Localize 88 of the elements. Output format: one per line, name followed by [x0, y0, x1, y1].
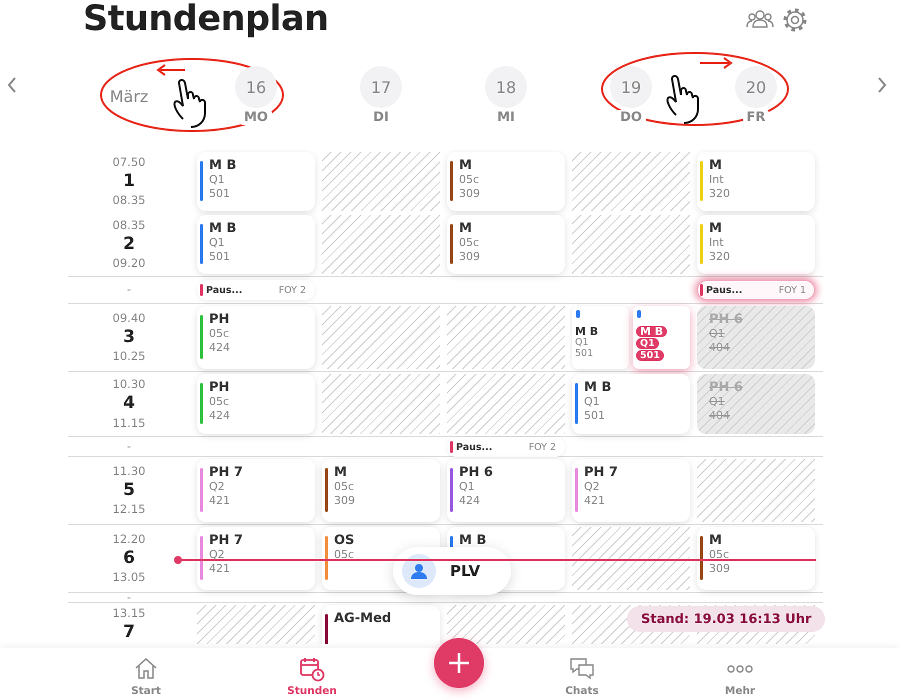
- room-label: 320: [709, 187, 730, 201]
- break-label: -: [127, 442, 131, 452]
- room-label: 404: [709, 409, 731, 423]
- end-time: 09.20: [112, 257, 146, 270]
- status-badge: Stand: 19.03 16:13 Uhr: [627, 606, 826, 632]
- room-label: 501: [636, 350, 664, 361]
- start-time: 07.50: [112, 156, 146, 169]
- start-time: 12.20: [112, 532, 146, 546]
- room-label: 309: [459, 250, 480, 264]
- subject-label: PH 6: [459, 466, 493, 480]
- class-label: Q1: [209, 236, 226, 250]
- room-label: 421: [209, 562, 231, 576]
- room-label: 421: [584, 494, 606, 508]
- period-number: 6: [123, 548, 135, 568]
- period-number: 7: [123, 623, 135, 643]
- subject-label: PH 7: [209, 534, 243, 548]
- subject-label: M: [709, 159, 723, 173]
- subject-label: M: [459, 222, 473, 236]
- page-title: Stundenplan: [83, 0, 329, 39]
- subject-label: M: [334, 466, 348, 480]
- subject-label: M: [709, 222, 723, 236]
- subject-label: PH 6: [709, 381, 743, 395]
- break-label: -: [127, 285, 131, 295]
- start-time: 11.30: [112, 464, 146, 478]
- room-label: 424: [459, 494, 481, 508]
- subject-label: PH: [209, 381, 230, 395]
- subject-label: M B: [209, 159, 236, 173]
- subject-label: M B: [209, 222, 236, 236]
- class-label: Q1: [636, 338, 659, 349]
- class-label: Q1: [584, 395, 601, 409]
- start-time: 10.30: [112, 378, 146, 392]
- subject-label: PH 7: [209, 466, 243, 480]
- class-label: Q1: [459, 480, 476, 494]
- class-label: Q2: [209, 548, 226, 562]
- period-number: 4: [123, 394, 135, 414]
- subject-label: PH 6: [709, 313, 743, 327]
- room-label: 421: [209, 494, 231, 508]
- class-label: Q1: [575, 337, 589, 348]
- room-label: 501: [584, 409, 606, 423]
- room-label: 501: [209, 187, 231, 201]
- class-label: 05c: [459, 173, 480, 187]
- subject-label: M B: [636, 326, 668, 337]
- class-label: 05c: [209, 395, 230, 409]
- class-label: Q2: [209, 480, 226, 494]
- start-time: 13.15: [112, 607, 146, 620]
- subject-label: PH: [209, 313, 230, 327]
- class-label: 05c: [209, 327, 230, 341]
- class-label: 05c: [459, 236, 480, 250]
- period-number: 5: [123, 480, 135, 500]
- end-time: 12.15: [112, 503, 146, 516]
- class-label: Q1: [709, 327, 726, 341]
- period-number: 1: [123, 172, 135, 192]
- end-time: 10.25: [112, 350, 146, 364]
- class-label: Int: [709, 236, 725, 250]
- room-label: 309: [709, 562, 730, 576]
- subject-label: OS: [334, 534, 354, 548]
- end-time: 08.35: [112, 194, 146, 208]
- weekday-label: MO: [240, 110, 272, 125]
- subject-label: M B: [575, 326, 598, 337]
- room-label: 320: [709, 250, 730, 264]
- subject-label: M B: [459, 534, 486, 548]
- class-label: 05c: [709, 548, 730, 562]
- end-time: 13.05: [112, 571, 146, 584]
- class-label: Q1: [209, 173, 226, 187]
- room-label: 404: [709, 341, 731, 355]
- break-label: -: [127, 593, 131, 603]
- class-label: Q2: [584, 480, 601, 494]
- subject-label: M B: [584, 381, 612, 395]
- room-label: 309: [459, 187, 480, 201]
- subject-label: PH 7: [584, 466, 618, 480]
- room-label: 424: [209, 409, 230, 423]
- subject-label: M: [459, 159, 473, 173]
- end-time: 11.15: [112, 416, 146, 430]
- class-label: Int: [709, 173, 725, 187]
- month-label: März: [110, 87, 148, 106]
- room-label: 501: [209, 250, 231, 264]
- start-time: 09.40: [112, 312, 146, 325]
- room-label: 424: [209, 341, 230, 355]
- room-label: 309: [334, 494, 355, 508]
- subject-label: M: [709, 534, 723, 548]
- period-number: 2: [123, 234, 135, 254]
- start-time: 08.35: [112, 218, 146, 232]
- room-label: 501: [575, 348, 594, 359]
- period-number: 3: [123, 328, 135, 348]
- class-label: 05c: [334, 480, 355, 494]
- subject-label: AG-Med: [334, 612, 392, 626]
- class-label: Q1: [709, 395, 726, 409]
- class-label: 05c: [334, 548, 354, 562]
